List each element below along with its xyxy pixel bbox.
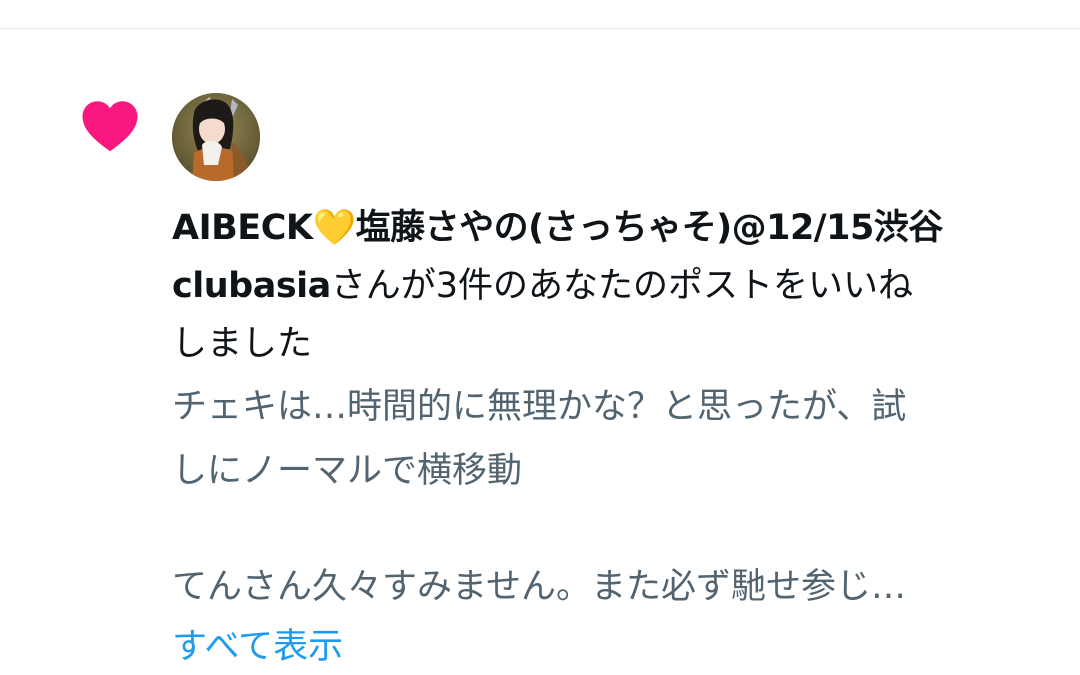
action-description-line2: しました	[172, 324, 313, 364]
notification-text: AIBECK💛塩藤さやの(さっちゃそ)@12/15渋谷 clubasiaさんが3…	[172, 199, 1052, 675]
like-notification[interactable]: AIBECK💛塩藤さやの(さっちゃそ)@12/15渋谷 clubasiaさんが3…	[0, 29, 1080, 668]
user-avatar[interactable]	[172, 93, 260, 181]
action-description-line1: clubasiaさんが3件のあなたのポストをいいね	[172, 257, 1052, 315]
post-preview-line: てんさん久々すみません。また必ず馳せ参じ…	[172, 567, 906, 607]
preview-blank-line	[172, 503, 1052, 555]
actor-name-rest[interactable]: 塩藤さやの(さっちゃそ)@12/15渋谷	[356, 208, 944, 248]
post-preview-line: しにノーマルで横移動	[172, 451, 523, 491]
post-preview-line: チェキは…時間的に無理かな？と思ったが、試	[172, 387, 907, 427]
avatar-photo	[172, 93, 260, 181]
action-text: さんが3件のあなたのポストをいいね	[330, 266, 914, 306]
show-all-link[interactable]: すべて表示	[172, 619, 343, 675]
actor-name-continued[interactable]: clubasia	[172, 266, 331, 306]
actor-name[interactable]: AIBECK	[172, 208, 313, 248]
heart-icon	[82, 101, 138, 152]
actor-names-line: AIBECK💛塩藤さやの(さっちゃそ)@12/15渋谷	[172, 199, 1052, 257]
yellow-heart-emoji: 💛	[312, 208, 357, 248]
